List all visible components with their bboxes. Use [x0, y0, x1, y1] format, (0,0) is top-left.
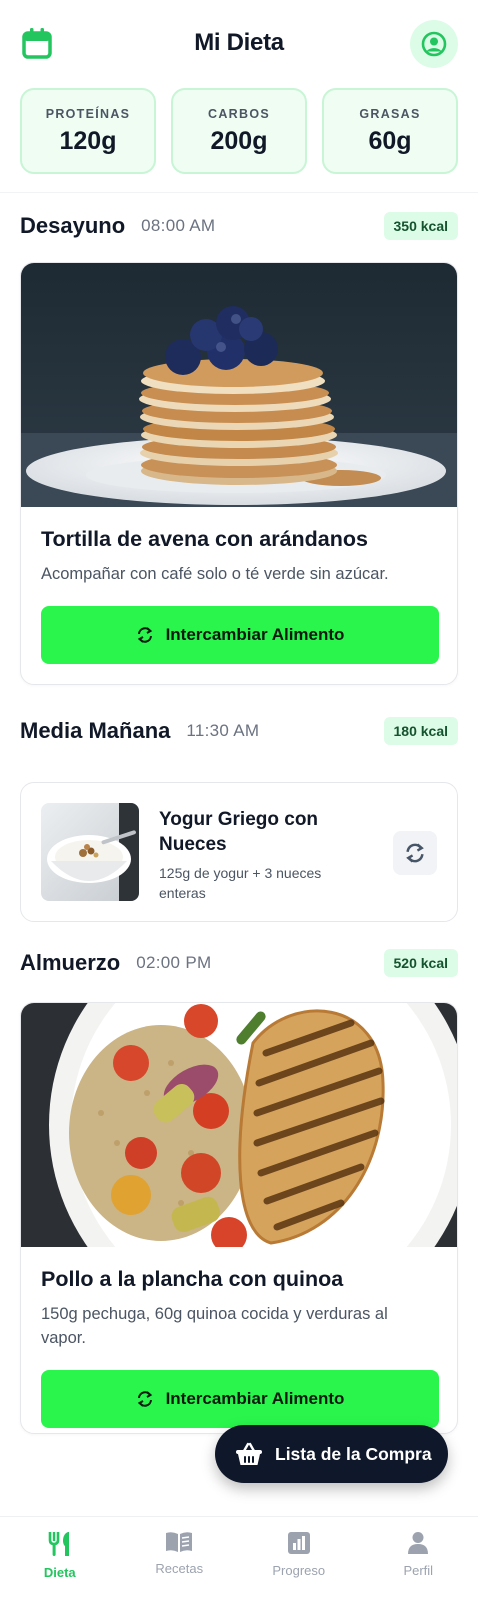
- pancakes-image: [21, 263, 457, 507]
- kcal-badge: 180 kcal: [383, 717, 458, 745]
- swap-food-label: Intercambiar Alimento: [165, 625, 345, 644]
- meal-description: Acompañar con café solo o té verde sin a…: [41, 565, 389, 583]
- meal-time: 11:30 AM: [186, 721, 260, 740]
- meal-name: Tortilla de avena con arándanos: [41, 527, 368, 551]
- macros-summary: PROTEÍNAS 120g CARBOS 200g GRASAS 60g: [20, 88, 458, 174]
- meal-title: Desayuno: [20, 213, 126, 238]
- utensils-icon: [48, 1532, 69, 1556]
- meal-card-media-manana: Yogur Griego con Nueces 125g de yogur + …: [20, 782, 458, 922]
- chicken-quinoa-image: [21, 1003, 457, 1247]
- page-title: Mi Dieta: [194, 29, 284, 56]
- meal-title: Media Mañana: [20, 718, 171, 743]
- calendar-icon[interactable]: [22, 27, 52, 59]
- meal-header-desayuno: Desayuno 08:00 AM 350 kcal: [20, 209, 458, 243]
- chart-icon: [287, 1532, 310, 1554]
- person-icon: [408, 1532, 429, 1554]
- book-icon: [166, 1532, 193, 1552]
- nav-label: Perfil: [403, 1563, 434, 1578]
- macro-card-protein: PROTEÍNAS 120g: [20, 88, 156, 174]
- meal-name: Yogur Griego con Nueces: [159, 809, 319, 855]
- macro-card-carbs: CARBOS 200g: [171, 88, 307, 174]
- meal-name: Pollo a la plancha con quinoa: [41, 1267, 344, 1291]
- bottom-nav: Dieta Recetas Progreso Perfil: [0, 1516, 478, 1600]
- kcal-badge: 520 kcal: [383, 949, 458, 977]
- meal-header-almuerzo: Almuerzo 02:00 PM 520 kcal: [20, 946, 458, 980]
- kcal-badge: 350 kcal: [383, 212, 458, 240]
- swap-food-icon-button[interactable]: [393, 831, 437, 875]
- macro-label: GRASAS: [359, 106, 421, 121]
- swap-icon: [137, 1391, 152, 1407]
- shopping-list-label: Lista de la Compra: [275, 1443, 432, 1464]
- nav-item-recetas[interactable]: Recetas: [120, 1517, 240, 1600]
- meal-time: 08:00 AM: [141, 216, 216, 235]
- macro-label: PROTEÍNAS: [45, 106, 131, 121]
- top-bar: Mi Dieta: [0, 0, 478, 86]
- nav-label: Progreso: [272, 1563, 326, 1578]
- swap-food-button[interactable]: Intercambiar Alimento: [41, 606, 439, 664]
- meal-description: 125g de yogur + 3 nueces enteras: [159, 865, 322, 901]
- profile-button[interactable]: [410, 20, 458, 68]
- user-circle-icon: [421, 31, 447, 57]
- macro-value: 60g: [368, 126, 412, 155]
- meal-card-desayuno: Tortilla de avena con arándanos Acompaña…: [20, 262, 458, 685]
- meal-header-media-manana: Media Mañana 11:30 AM 180 kcal: [20, 714, 458, 748]
- nav-item-perfil[interactable]: Perfil: [359, 1517, 478, 1600]
- swap-icon: [406, 843, 424, 863]
- nav-item-progreso[interactable]: Progreso: [239, 1517, 359, 1600]
- nav-label: Recetas: [155, 1561, 204, 1576]
- nav-label: Dieta: [43, 1565, 76, 1580]
- nav-item-dieta[interactable]: Dieta: [0, 1517, 120, 1600]
- macro-card-fats: GRASAS 60g: [322, 88, 458, 174]
- meal-time: 02:00 PM: [136, 953, 212, 972]
- swap-food-label: Intercambiar Alimento: [165, 1389, 345, 1408]
- yogurt-image: [41, 803, 139, 901]
- macro-value: 120g: [59, 126, 117, 155]
- shopping-list-button[interactable]: Lista de la Compra: [215, 1425, 448, 1483]
- divider: [0, 192, 478, 193]
- basket-icon: [236, 1442, 262, 1465]
- meal-description: 150g pechuga, 60g quinoa cocida y verdur…: [41, 1305, 388, 1347]
- meal-card-almuerzo: Pollo a la plancha con quinoa 150g pechu…: [20, 1002, 458, 1434]
- macro-value: 200g: [210, 126, 268, 155]
- swap-food-button[interactable]: Intercambiar Alimento: [41, 1370, 439, 1428]
- meal-title: Almuerzo: [20, 950, 121, 975]
- macro-label: CARBOS: [208, 106, 270, 121]
- swap-icon: [137, 627, 152, 643]
